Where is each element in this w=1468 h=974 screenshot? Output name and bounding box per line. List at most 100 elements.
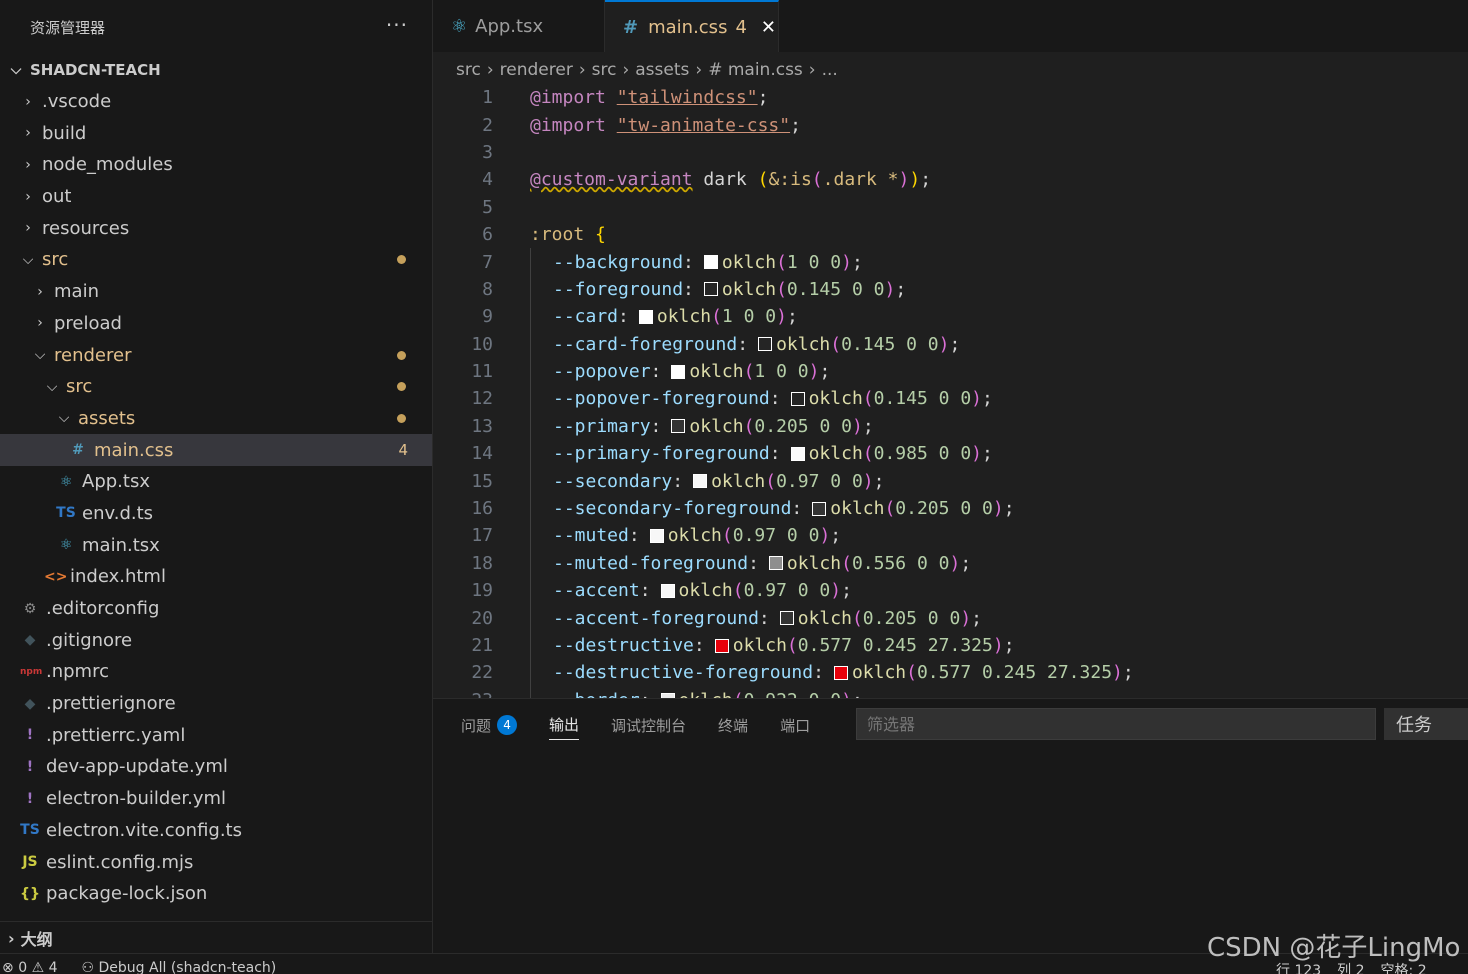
tree-item[interactable]: JS eslint.config.mjs — [0, 846, 432, 878]
code-line[interactable]: 19 --accent: oklch(0.97 0 0); — [433, 577, 1468, 605]
css-value: 0.985 0 0 — [873, 443, 972, 465]
task-select[interactable]: 任务 — [1384, 708, 1468, 740]
breadcrumb-item[interactable]: src — [592, 60, 617, 80]
tree-item[interactable]: ⚛ App.tsx — [0, 466, 432, 498]
code-line[interactable]: 6:root { — [433, 221, 1468, 248]
tree-item[interactable]: › .vscode — [0, 86, 432, 118]
tree-item[interactable]: ⌵ assets — [0, 403, 432, 435]
tree-item[interactable]: › resources — [0, 212, 432, 244]
modified-dot-icon — [397, 350, 406, 360]
debug-status[interactable]: ⚇ Debug All (shadcn-teach) — [82, 960, 277, 974]
tree-item[interactable]: ⌵ renderer — [0, 339, 432, 371]
tree-item[interactable]: › node_modules — [0, 149, 432, 181]
indent-guide — [530, 549, 531, 578]
code-token: oklch — [797, 607, 852, 629]
more-actions-button[interactable]: ··· — [386, 13, 408, 37]
tree-item-label: index.html — [70, 566, 166, 588]
color-swatch-icon[interactable] — [703, 282, 718, 297]
code-line[interactable]: 23 --border: oklch(0.922 0 0); — [433, 686, 1468, 698]
tab-label: 终端 — [718, 716, 749, 735]
code-token: ( — [743, 415, 755, 437]
tree-item[interactable]: {} package-lock.json — [0, 878, 432, 910]
tree-item[interactable]: ! .prettierrc.yaml — [0, 719, 432, 751]
tab-main-css[interactable]: # main.css 4 ✕ — [605, 0, 779, 52]
outline-section[interactable]: › 大纲 — [0, 921, 432, 953]
color-swatch-icon[interactable] — [833, 665, 848, 680]
tab-output[interactable]: 输出 — [549, 709, 580, 740]
tree-item[interactable]: <> index.html — [0, 561, 432, 593]
watermark: CSDN @花子LingMo — [1207, 933, 1461, 963]
code-line[interactable]: 12 --popover-foreground: oklch(0.145 0 0); — [433, 385, 1468, 413]
code-line[interactable]: 3 — [433, 139, 1468, 166]
tree-item[interactable]: # main.css 4 — [0, 434, 432, 466]
code-line[interactable]: 7 --background: oklch(1 0 0); — [433, 248, 1468, 276]
code-line[interactable]: 9 --card: oklch(1 0 0); — [433, 303, 1468, 331]
tab-app-tsx[interactable]: ⚛ App.tsx — [433, 0, 605, 52]
code-line[interactable]: 17 --muted: oklch(0.97 0 0); — [433, 522, 1468, 550]
color-swatch-icon[interactable] — [714, 638, 729, 653]
color-swatch-icon[interactable] — [660, 583, 675, 598]
tree-item[interactable]: ! dev-app-update.yml — [0, 751, 432, 783]
tree-item[interactable]: ! electron-builder.yml — [0, 783, 432, 815]
error-icon: ⊗ — [2, 960, 14, 974]
code-token: ; — [757, 87, 769, 109]
git-icon: ◆ — [24, 632, 36, 649]
breadcrumb-item[interactable]: assets — [635, 60, 689, 80]
tree-item[interactable]: ◆ .gitignore — [0, 624, 432, 656]
color-swatch-icon[interactable] — [779, 611, 794, 626]
breadcrumb-item[interactable]: # main.css — [708, 60, 803, 80]
code-line[interactable]: 5 — [433, 194, 1468, 221]
tab-problems[interactable]: 问题 4 — [461, 709, 518, 741]
tree-item[interactable]: TS electron.vite.config.ts — [0, 815, 432, 847]
code-line[interactable]: 18 --muted-foreground: oklch(0.556 0 0); — [433, 549, 1468, 578]
code-line[interactable]: 14 --primary-foreground: oklch(0.985 0 0); — [433, 440, 1468, 468]
code-line[interactable]: 16 --secondary-foreground: oklch(0.205 0 0… — [433, 494, 1468, 523]
filter-input[interactable] — [856, 708, 1376, 740]
code-line[interactable]: 21 --destructive: oklch(0.577 0.245 27.325… — [433, 631, 1468, 660]
tab-debug-console[interactable]: 调试控制台 — [611, 709, 686, 741]
color-swatch-icon[interactable] — [758, 337, 773, 352]
tree-item[interactable]: › build — [0, 117, 432, 149]
code-line[interactable]: 15 --secondary: oklch(0.97 0 0); — [433, 467, 1468, 495]
color-swatch-icon[interactable] — [703, 255, 718, 270]
tree-item[interactable]: › out — [0, 181, 432, 213]
code-line[interactable]: 11 --popover: oklch(1 0 0); — [433, 357, 1468, 386]
code-line[interactable]: 2 @import "tw-animate-css"; — [433, 111, 1468, 138]
tab-terminal[interactable]: 终端 — [718, 709, 748, 741]
color-swatch-icon[interactable] — [693, 474, 708, 489]
color-swatch-icon[interactable] — [812, 501, 827, 516]
color-swatch-icon[interactable] — [790, 446, 805, 461]
code-line[interactable]: 8 --foreground: oklch(0.145 0 0); — [433, 275, 1468, 304]
problems-status[interactable]: ⊗ 0 ⚠ 4 — [2, 960, 58, 974]
code-token: oklch — [830, 498, 885, 520]
color-swatch-icon[interactable] — [638, 309, 653, 324]
tree-root-folder[interactable]: ⌵ SHADCN-TEACH — [0, 54, 432, 86]
breadcrumb-item[interactable]: renderer — [500, 60, 573, 80]
tree-item[interactable]: ⚙ .editorconfig — [0, 593, 432, 625]
breadcrumb-item[interactable]: src — [456, 60, 481, 80]
code-line[interactable]: 13 --primary: oklch(0.205 0 0); — [433, 412, 1468, 441]
color-swatch-icon[interactable] — [790, 391, 805, 406]
code-editor[interactable]: 1 @import "tailwindcss"; 2 @import "tw-anim… — [433, 84, 1468, 698]
tab-ports[interactable]: 端口 — [780, 709, 810, 741]
code-content: --border: oklch(0.922 0 0); — [530, 686, 863, 698]
tree-item[interactable]: ⚛ main.tsx — [0, 529, 432, 561]
tree-item[interactable]: › preload — [0, 308, 432, 340]
tree-item[interactable]: ⌵ src — [0, 371, 432, 403]
tree-item[interactable]: TS env.d.ts — [0, 498, 432, 530]
color-swatch-icon[interactable] — [768, 556, 783, 571]
tree-item[interactable]: › main — [0, 276, 432, 308]
code-line[interactable]: 20 --accent-foreground: oklch(0.205 0 0); — [433, 604, 1468, 632]
color-swatch-icon[interactable] — [671, 364, 686, 379]
code-line[interactable]: 10 --card-foreground: oklch(0.145 0 0); — [433, 330, 1468, 358]
tree-item[interactable]: ⌵ src — [0, 244, 432, 276]
color-swatch-icon[interactable] — [649, 528, 664, 543]
tree-item[interactable]: ◆ .prettierignore — [0, 688, 432, 720]
close-icon[interactable]: ✕ — [761, 17, 776, 38]
code-line[interactable]: 4 @custom-variant dark (&:is(.dark *)); — [433, 166, 1468, 193]
code-line[interactable]: 1 @import "tailwindcss"; — [433, 84, 1468, 111]
code-line[interactable]: 22 --destructive-foreground: oklch(0.577 0… — [433, 659, 1468, 687]
tree-item[interactable]: npm .npmrc — [0, 656, 432, 688]
breadcrumb-item[interactable]: ... — [822, 60, 838, 80]
color-swatch-icon[interactable] — [671, 419, 686, 434]
